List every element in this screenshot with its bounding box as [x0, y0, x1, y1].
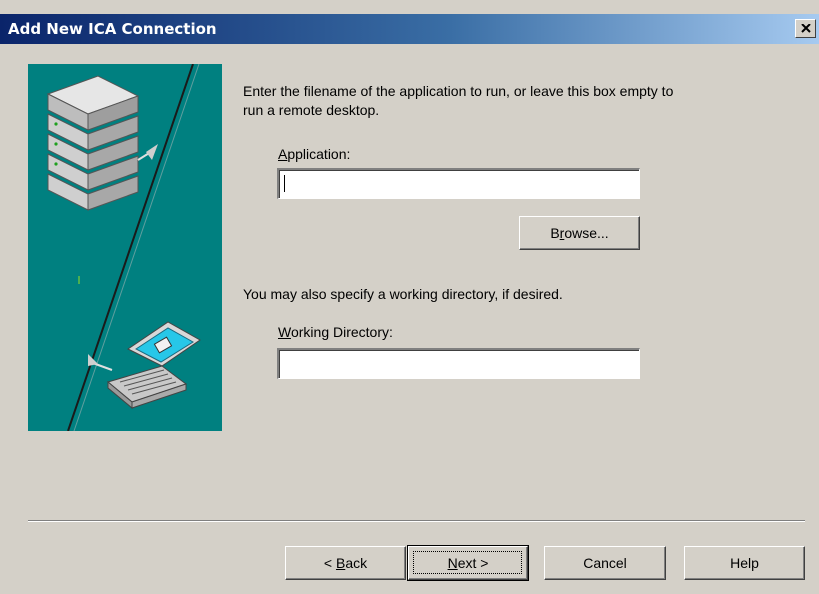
footer-divider [28, 520, 805, 522]
browse-label-post: owse... [564, 225, 609, 241]
browse-button-label: Browse... [550, 225, 608, 241]
wizard-illustration [28, 63, 222, 432]
next-button[interactable]: Next > [407, 545, 529, 581]
text-caret [284, 175, 285, 192]
working-directory-label: Working Directory: [278, 324, 393, 341]
back-button[interactable]: < Back [285, 546, 406, 580]
working-directory-label-mnemonic: W [278, 324, 291, 340]
close-icon [800, 24, 811, 33]
browse-label-pre: B [550, 225, 560, 241]
close-button[interactable] [795, 19, 816, 38]
back-label-mnemonic: B [335, 555, 346, 571]
help-button[interactable]: Help [684, 546, 805, 580]
cancel-button-label: Cancel [583, 555, 627, 571]
application-label-mnemonic: A [278, 146, 288, 162]
back-label-rest: ack [345, 555, 368, 571]
server-to-laptop-illustration [46, 63, 201, 432]
browse-button[interactable]: Browse... [519, 216, 640, 250]
back-label-prefix: < [323, 555, 336, 571]
working-directory-instruction: You may also specify a working directory… [243, 286, 563, 302]
server-icon [46, 75, 140, 211]
application-label: Application: [278, 146, 350, 163]
application-input[interactable] [276, 167, 641, 200]
laptop-icon [106, 321, 201, 410]
window-title: Add New ICA Connection [8, 20, 217, 38]
application-label-rest: pplication: [287, 146, 351, 162]
back-button-label: < Back [324, 555, 367, 571]
working-directory-input[interactable] [276, 347, 641, 380]
instruction-text: Enter the filename of the application to… [243, 83, 674, 118]
help-button-label: Help [730, 555, 759, 571]
title-bar: Add New ICA Connection [0, 14, 819, 44]
working-directory-label-rest: orking Directory: [290, 324, 393, 340]
cancel-button[interactable]: Cancel [544, 546, 666, 580]
focus-rectangle [413, 551, 522, 574]
